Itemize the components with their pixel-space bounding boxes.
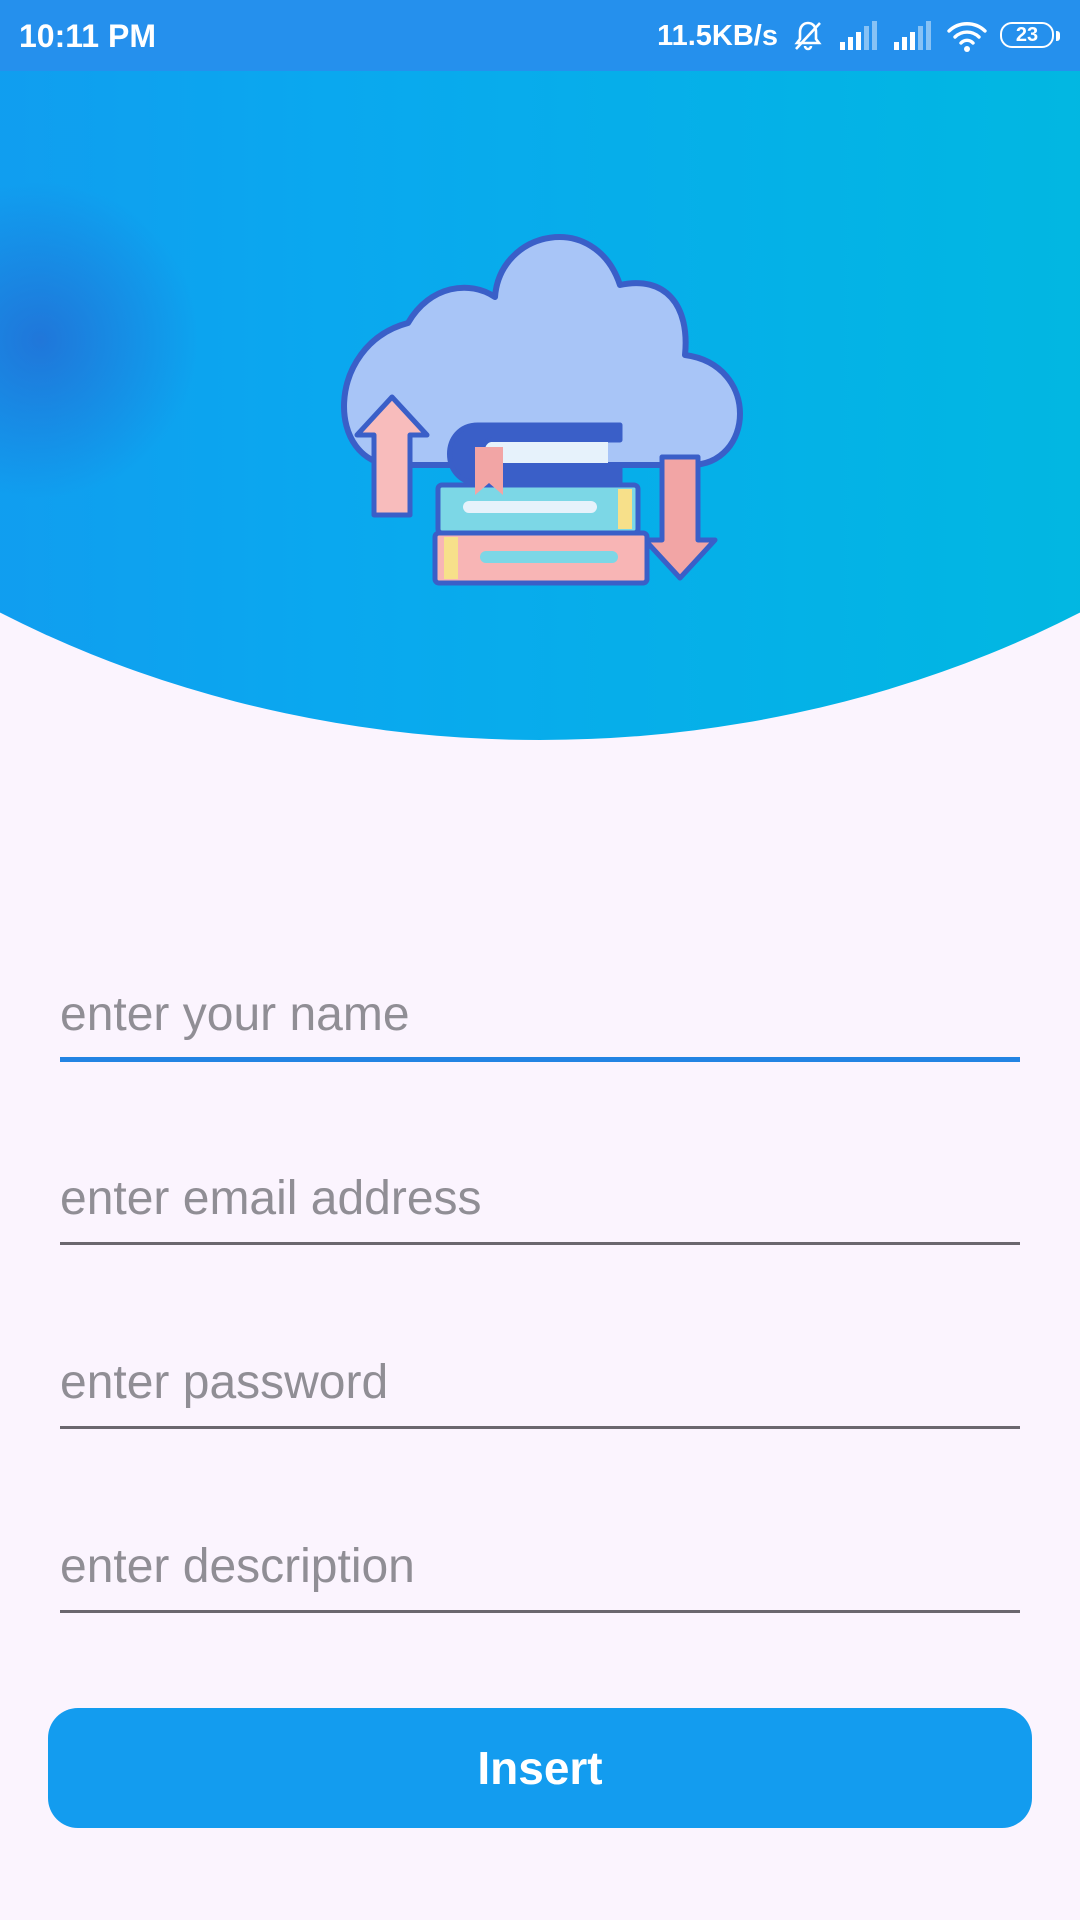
insert-button[interactable]: Insert [48,1708,1032,1828]
name-input-underline [60,1057,1020,1062]
email-input[interactable] [60,1149,1020,1247]
battery-icon: 23 [1000,22,1062,50]
insert-form [60,965,1020,1701]
status-bar: 10:11 PM 11.5KB/s 23 [0,0,1080,71]
app-screen: 10:11 PM 11.5KB/s 23 enter your name ent… [0,0,1080,1920]
battery-level: 23 [1015,24,1039,46]
description-field-wrapper [60,1517,1020,1701]
network-speed: 11.5KB/s [657,20,778,52]
password-input-underline [60,1426,1020,1429]
password-field-wrapper [60,1333,1020,1517]
wifi-icon [946,19,988,53]
mute-alarm-icon [790,18,826,54]
name-input[interactable] [60,965,1020,1063]
description-input-underline [60,1610,1020,1613]
password-input[interactable] [60,1333,1020,1431]
signal-icon [892,20,934,52]
email-field-wrapper [60,1149,1020,1333]
status-icons: 11.5KB/s 23 [657,14,1062,58]
cloud-books-sync-icon [341,234,743,586]
description-input[interactable] [60,1517,1020,1615]
email-input-underline [60,1242,1020,1245]
status-time: 10:11 PM [19,18,156,54]
signal-icon [838,20,880,52]
name-field-wrapper [60,965,1020,1149]
